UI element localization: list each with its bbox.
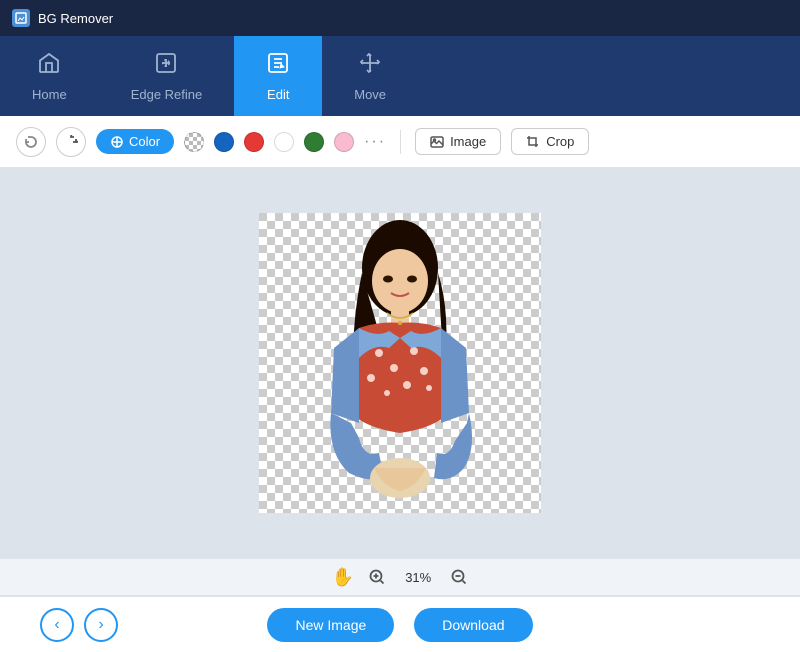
color-white[interactable] xyxy=(274,132,294,152)
prev-button[interactable]: ‹ xyxy=(40,608,74,642)
new-image-button[interactable]: New Image xyxy=(267,608,394,642)
color-button[interactable]: Color xyxy=(96,129,174,154)
move-icon xyxy=(358,51,382,81)
bottom-bar: ‹ › New Image Download xyxy=(0,596,800,652)
color-transparent[interactable] xyxy=(184,132,204,152)
pan-icon[interactable]: ✋ xyxy=(332,567,354,588)
nav-arrows: ‹ › xyxy=(40,608,118,642)
edit-icon xyxy=(266,51,290,81)
color-blue[interactable] xyxy=(214,132,234,152)
undo-button[interactable] xyxy=(16,127,46,157)
nav-edge-refine-label: Edge Refine xyxy=(131,87,203,102)
nav-home[interactable]: Home xyxy=(0,36,99,116)
nav-edit[interactable]: Edit xyxy=(234,36,322,116)
zoom-out-button[interactable] xyxy=(450,568,468,586)
titlebar: BG Remover xyxy=(0,0,800,36)
canvas-area xyxy=(0,168,800,558)
image-button[interactable]: Image xyxy=(415,128,501,155)
image-btn-label: Image xyxy=(450,134,486,149)
nav-home-label: Home xyxy=(32,87,67,102)
toolbar-divider xyxy=(400,130,401,154)
person-figure xyxy=(259,213,541,513)
app-title: BG Remover xyxy=(38,11,113,26)
navbar: Home Edge Refine Edit Move xyxy=(0,36,800,116)
nav-move[interactable]: Move xyxy=(322,36,418,116)
toolbar: Color ··· Image Crop xyxy=(0,116,800,168)
color-pink[interactable] xyxy=(334,132,354,152)
more-colors-button[interactable]: ··· xyxy=(364,133,386,151)
home-icon xyxy=(37,51,61,81)
crop-button[interactable]: Crop xyxy=(511,128,589,155)
nav-edit-label: Edit xyxy=(267,87,289,102)
nav-edge-refine[interactable]: Edge Refine xyxy=(99,36,235,116)
color-green[interactable] xyxy=(304,132,324,152)
crop-btn-label: Crop xyxy=(546,134,574,149)
prev-icon: ‹ xyxy=(54,616,59,634)
zoom-bar: ✋ 31% xyxy=(0,558,800,596)
next-button[interactable]: › xyxy=(84,608,118,642)
next-icon: › xyxy=(98,616,103,634)
canvas-wrapper xyxy=(259,213,541,513)
bottom-bar-inner: ‹ › New Image Download xyxy=(20,608,780,642)
app-icon xyxy=(12,9,30,27)
zoom-level: 31% xyxy=(400,570,436,585)
redo-button[interactable] xyxy=(56,127,86,157)
download-button[interactable]: Download xyxy=(414,608,532,642)
color-red[interactable] xyxy=(244,132,264,152)
edge-refine-icon xyxy=(154,51,178,81)
color-btn-label: Color xyxy=(129,134,160,149)
nav-move-label: Move xyxy=(354,87,386,102)
zoom-in-button[interactable] xyxy=(368,568,386,586)
